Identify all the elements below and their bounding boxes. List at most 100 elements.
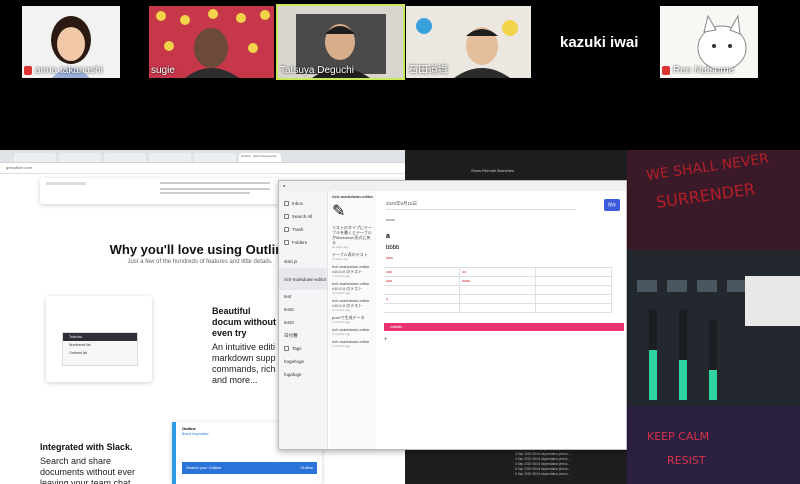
sidebar-nav: Inbox Search All Trash Folders start.js … <box>279 191 328 449</box>
table-cell[interactable] <box>536 268 612 276</box>
mic-muted-icon <box>24 66 32 75</box>
shared-screen: Outline - Team Documents getoutline.com … <box>0 150 800 484</box>
table-cell[interactable] <box>536 277 612 285</box>
mic-muted-icon <box>662 66 670 75</box>
add-block-icon[interactable]: + <box>384 337 388 343</box>
table-row: aaa aaaa <box>384 277 612 286</box>
doc-item[interactable]: test2 <box>279 303 327 316</box>
table-cell[interactable] <box>460 295 536 303</box>
list-item[interactable]: rich-markdown-editor 4 months ago <box>332 339 374 348</box>
doc-text: bbbb <box>386 245 400 251</box>
editor-demo-card: Todo list Numbered list Ordered list <box>46 296 152 382</box>
trash-icon <box>284 227 289 232</box>
list-item[interactable]: pushで生成データ 4 months ago <box>332 315 374 324</box>
browser-tab-active[interactable]: Outline - Team Documents <box>239 153 281 162</box>
menu-item-ordered[interactable]: Ordered list <box>63 349 137 357</box>
table-cell[interactable] <box>536 304 612 312</box>
table-cell[interactable]: aaa <box>384 268 460 276</box>
participant-name: sugie <box>151 65 175 76</box>
tag-icon <box>284 346 289 351</box>
doc-item[interactable]: fugafuge <box>279 368 327 381</box>
table-row <box>384 304 612 313</box>
feature-body: Search and share documents without ever … <box>40 456 136 484</box>
table-cell[interactable] <box>460 286 536 294</box>
feature-editor: Beautiful docum without even try An intu… <box>212 306 282 386</box>
participant-tile-tatsuya[interactable]: Tatsuya Deguchi <box>276 4 405 80</box>
doc-heading: a <box>386 233 390 240</box>
save-button[interactable]: 保存 <box>604 199 620 211</box>
code-preview-card <box>40 178 280 204</box>
list-item[interactable]: リストのタイプにテーブルを書くとテーブルがMarkdown形式に戻る 10 day… <box>332 225 374 249</box>
browser-tab[interactable] <box>149 153 191 162</box>
participant-tile-ren[interactable]: Ren Natsume <box>660 6 758 78</box>
feature-title: Integrated with Slack. <box>40 442 133 452</box>
remote-branches-toggle[interactable]: Show Remote Branches <box>471 168 514 173</box>
nav-tags[interactable]: Tags <box>279 342 327 355</box>
new-doc-icon[interactable]: ✎ <box>332 201 374 221</box>
table-cell[interactable] <box>536 295 612 303</box>
mixer-wallpaper-image: WE SHALL NEVER SURRENDER KEEP CALM RESIS… <box>627 150 800 484</box>
doc-text: aaaa <box>386 217 395 222</box>
doc-item[interactable]: 日付種 <box>279 329 327 342</box>
document-editor[interactable]: 2020年9月15日 保存 aaaa a bbbb aaa aaa aa aaa a… <box>376 191 626 449</box>
doc-item[interactable]: hogehoge <box>279 355 327 368</box>
doc-item[interactable]: start.js <box>279 255 327 268</box>
doc-item[interactable]: test <box>279 290 327 303</box>
list-item[interactable]: rich-markdown-editor v10.0.0 のテスト 4 month… <box>332 264 374 278</box>
nav-trash[interactable]: Trash <box>279 223 327 236</box>
doc-text: aaa <box>386 255 393 260</box>
list-item[interactable]: rich-markdown-editor v10.0.0 のテスト 4 month… <box>332 298 374 312</box>
browser-tab-bar: Outline - Team Documents <box>0 150 405 163</box>
participant-name: Ren Natsume <box>662 65 734 76</box>
participant-name-kazuki: kazuki iwai <box>560 34 639 51</box>
commit-row[interactable]: 5 Sep 2020 08:04 dependabot previo... <box>515 472 570 477</box>
browser-tab[interactable] <box>59 153 101 162</box>
table-cell[interactable]: aa <box>460 268 536 276</box>
list-item[interactable]: テーブル表のテスト 10 days ago <box>332 252 374 261</box>
svg-text:RESIST: RESIST <box>667 454 706 467</box>
table-cell[interactable]: aaaa <box>460 277 536 285</box>
address-bar[interactable]: getoutline.com <box>0 163 405 174</box>
table-row: aaa aa <box>384 268 612 277</box>
feature-body: An intuitive editi markdown supp command… <box>212 342 276 385</box>
doc-title-field[interactable]: 2020年9月15日 <box>386 201 576 210</box>
participant-name: 石田道識 <box>408 65 448 76</box>
highlight-bar[interactable]: editable <box>384 323 624 331</box>
list-item[interactable]: rich-markdown-editor 4 months ago <box>332 327 374 336</box>
svg-text:KEEP CALM: KEEP CALM <box>647 430 709 443</box>
nav-folders[interactable]: Folders <box>279 236 327 249</box>
feature-slack: Integrated with Slack. Search and share … <box>40 442 150 484</box>
participant-name: anna takanashi <box>24 65 103 76</box>
desktop-background: WE SHALL NEVER SURRENDER KEEP CALM RESIS… <box>627 150 800 484</box>
browser-tab[interactable] <box>14 153 56 162</box>
table-cell[interactable]: aaa <box>384 277 460 285</box>
slack-app-name: Outline <box>182 426 196 431</box>
doc-item[interactable]: test3 <box>279 316 327 329</box>
folder-icon <box>284 240 289 245</box>
menu-item-todo[interactable]: Todo list <box>63 333 137 341</box>
doc-item-selected[interactable]: rich-markdown-editor <box>279 268 327 290</box>
inbox-icon <box>284 201 289 206</box>
table-cell[interactable] <box>460 304 536 312</box>
participant-tile-ishida[interactable]: 石田道識 <box>406 6 531 78</box>
menu-item-numbered[interactable]: Numbered list <box>63 341 137 349</box>
browser-tab[interactable] <box>194 153 236 162</box>
search-icon <box>284 214 289 219</box>
browser-tab[interactable] <box>104 153 146 162</box>
table-cell[interactable] <box>384 286 460 294</box>
list-item[interactable]: rich-markdown-editor v10.0.0 のテスト 4 month… <box>332 281 374 295</box>
document-list: rich-markdown-editor ✎ リストのタイプにテーブルを書くとテ… <box>329 191 378 449</box>
participant-tile-sugie[interactable]: sugie <box>149 6 274 78</box>
slack-search-result[interactable]: Search your Outline Outline <box>182 462 317 474</box>
table-cell[interactable]: a <box>384 295 460 303</box>
doc-table[interactable]: aaa aa aaa aaaa a <box>384 267 612 313</box>
participant-name: Tatsuya Deguchi <box>280 65 354 76</box>
table-cell[interactable] <box>384 304 460 312</box>
slack-item: Brand Inspiration <box>182 432 209 436</box>
outline-app-window: ● Inbox Search All Trash Folders start.j… <box>278 180 627 450</box>
table-cell[interactable] <box>536 286 612 294</box>
nav-inbox[interactable]: Inbox <box>279 197 327 210</box>
nav-search[interactable]: Search All <box>279 210 327 223</box>
participant-tile-anna[interactable]: anna takanashi <box>22 6 120 78</box>
feature-title: Beautiful docum without even try <box>212 306 276 338</box>
